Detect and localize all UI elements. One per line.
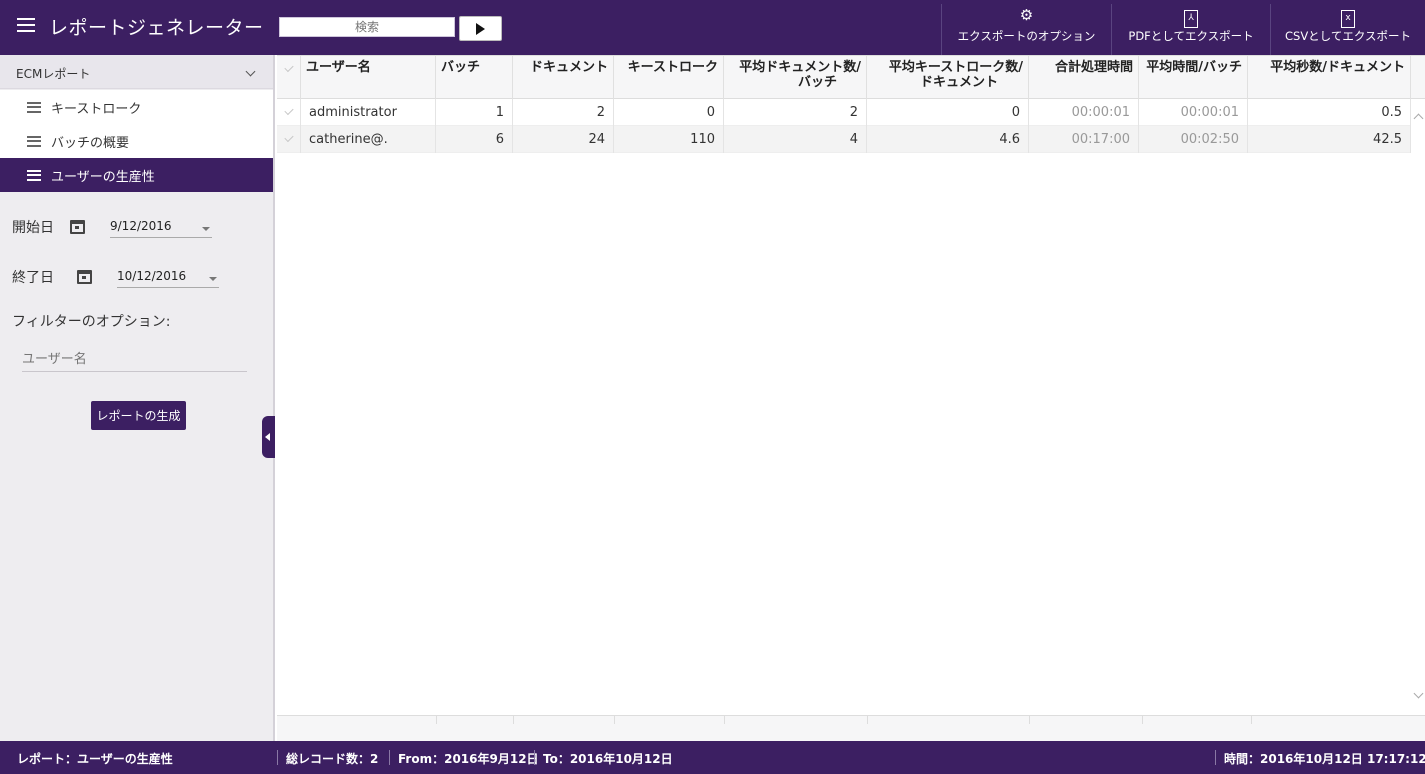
cell-total-time: 00:17:00 xyxy=(1029,126,1139,153)
cell-username: administrator xyxy=(301,99,436,126)
list-icon xyxy=(27,135,41,147)
export-pdf-button[interactable]: ⅄ PDFとしてエクスポート xyxy=(1111,4,1270,55)
row-checkbox[interactable] xyxy=(277,126,301,153)
cell-avg-keystrokes: 4.6 xyxy=(867,126,1029,153)
status-to-date: To：2016年10月12日 xyxy=(543,752,673,766)
cell-documents: 2 xyxy=(513,99,614,126)
cell-batch: 1 xyxy=(436,99,513,126)
column-header-documents[interactable]: ドキュメント xyxy=(513,56,614,100)
cell-avg-docs: 4 xyxy=(724,126,867,153)
sidebar-item-batch-summary[interactable]: バッチの概要 xyxy=(0,124,273,158)
sidebar-item-keystroke[interactable]: キーストローク xyxy=(0,90,273,124)
username-filter-input[interactable] xyxy=(22,347,247,372)
table-row[interactable]: administrator 1 2 0 2 0 00:00:01 00:00:0… xyxy=(277,99,1411,126)
grid-footer xyxy=(277,715,1425,741)
column-header-avg-time-per-batch[interactable]: 平均時間/バッチ xyxy=(1139,56,1248,100)
cell-total-time: 00:00:01 xyxy=(1029,99,1139,126)
search-button[interactable] xyxy=(459,16,502,41)
end-date-label: 終了日 xyxy=(12,270,54,286)
column-header-avg-keystrokes-per-doc[interactable]: 平均キーストローク数/ ドキュメント xyxy=(867,56,1029,100)
sidebar-group-ecm[interactable]: ECMレポート xyxy=(0,55,273,89)
calendar-icon[interactable] xyxy=(77,270,92,284)
header-line: 平均ドキュメント数/ xyxy=(739,60,861,75)
cell-keystrokes: 0 xyxy=(614,99,724,126)
calendar-icon[interactable] xyxy=(70,220,85,234)
cell-avg-seconds: 42.5 xyxy=(1248,126,1411,153)
cell-username: catherine@. xyxy=(301,126,436,153)
play-icon xyxy=(476,22,485,35)
cell-keystrokes: 110 xyxy=(614,126,724,153)
sidebar: ECMレポート キーストローク バッチの概要 ユーザーの生産性 開始日 9/12… xyxy=(0,55,275,741)
gear-icon: ⚙ xyxy=(1019,6,1034,24)
search-input[interactable] xyxy=(279,17,455,37)
scroll-down-icon[interactable] xyxy=(1413,688,1424,699)
app-title: レポートジェネレーター xyxy=(49,17,264,39)
filter-options-label: フィルターのオプション: xyxy=(12,314,171,330)
table-row[interactable]: catherine@. 6 24 110 4 4.6 00:17:00 00:0… xyxy=(277,126,1411,153)
start-date-field[interactable]: 9/12/2016 xyxy=(110,216,212,238)
end-date-value: 10/12/2016 xyxy=(117,269,187,283)
status-report-name: レポート：ユーザーの生産性 xyxy=(17,752,173,766)
column-header-username[interactable]: ユーザー名 xyxy=(301,56,436,100)
status-bar: レポート：ユーザーの生産性 総レコード数：2 From：2016年9月12日 T… xyxy=(0,741,1425,774)
cell-avg-docs: 2 xyxy=(724,99,867,126)
pdf-file-icon: ⅄ xyxy=(1112,4,1270,28)
export-options-button[interactable]: ⚙ エクスポートのオプション xyxy=(941,4,1111,55)
export-csv-button[interactable]: x CSVとしてエクスポート xyxy=(1270,4,1425,55)
header-line: 平均キーストローク数/ xyxy=(888,60,1023,75)
dropdown-arrow-icon xyxy=(209,277,217,281)
grid-header: ユーザー名 バッチ ドキュメント キーストローク 平均ドキュメント数/ バッチ … xyxy=(277,55,1425,100)
start-date-label: 開始日 xyxy=(12,220,54,236)
status-total-records: 総レコード数：2 xyxy=(286,752,379,766)
column-header-total-time[interactable]: 合計処理時間 xyxy=(1029,56,1139,100)
top-bar: レポートジェネレーター ⚙ エクスポートのオプション ⅄ PDFとしてエクスポー… xyxy=(0,0,1425,55)
sidebar-item-user-productivity[interactable]: ユーザーの生産性 xyxy=(0,158,273,192)
start-date-value: 9/12/2016 xyxy=(110,219,172,233)
sidebar-item-label: バッチの概要 xyxy=(51,135,130,151)
chevron-down-icon xyxy=(245,66,256,77)
cell-avg-keystrokes: 0 xyxy=(867,99,1029,126)
cell-avg-time: 00:00:01 xyxy=(1139,99,1248,126)
cell-batch: 6 xyxy=(436,126,513,153)
sidebar-item-label: キーストローク xyxy=(51,101,142,117)
list-icon xyxy=(27,101,41,113)
column-header-batch[interactable]: バッチ xyxy=(436,56,513,100)
status-time: 時間：2016年10月12日 17:17:12 xyxy=(1224,752,1425,766)
dropdown-arrow-icon xyxy=(202,227,210,231)
scroll-up-icon[interactable] xyxy=(1413,113,1424,124)
cell-avg-time: 00:02:50 xyxy=(1139,126,1248,153)
cell-documents: 24 xyxy=(513,126,614,153)
sidebar-item-label: ユーザーの生産性 xyxy=(51,169,155,185)
hamburger-icon[interactable] xyxy=(17,18,35,34)
header-line: ドキュメント xyxy=(919,75,998,90)
column-header-keystrokes[interactable]: キーストローク xyxy=(614,56,724,100)
select-all-checkbox[interactable] xyxy=(277,56,301,100)
cell-avg-seconds: 0.5 xyxy=(1248,99,1411,126)
status-from-date: From：2016年9月12日 xyxy=(398,752,539,766)
report-grid: ユーザー名 バッチ ドキュメント キーストローク 平均ドキュメント数/ バッチ … xyxy=(277,55,1425,741)
list-icon xyxy=(27,169,41,181)
header-line: バッチ xyxy=(797,75,837,90)
row-checkbox[interactable] xyxy=(277,99,301,126)
column-header-avg-docs-per-batch[interactable]: 平均ドキュメント数/ バッチ xyxy=(724,56,867,100)
collapse-sidebar-handle[interactable] xyxy=(262,416,275,458)
column-header-avg-seconds-per-doc[interactable]: 平均秒数/ドキュメント xyxy=(1248,56,1411,100)
generate-report-button[interactable]: レポートの生成 xyxy=(91,401,186,430)
end-date-field[interactable]: 10/12/2016 xyxy=(117,266,219,288)
excel-file-icon: x xyxy=(1271,4,1425,28)
sidebar-group-label: ECMレポート xyxy=(16,67,91,81)
